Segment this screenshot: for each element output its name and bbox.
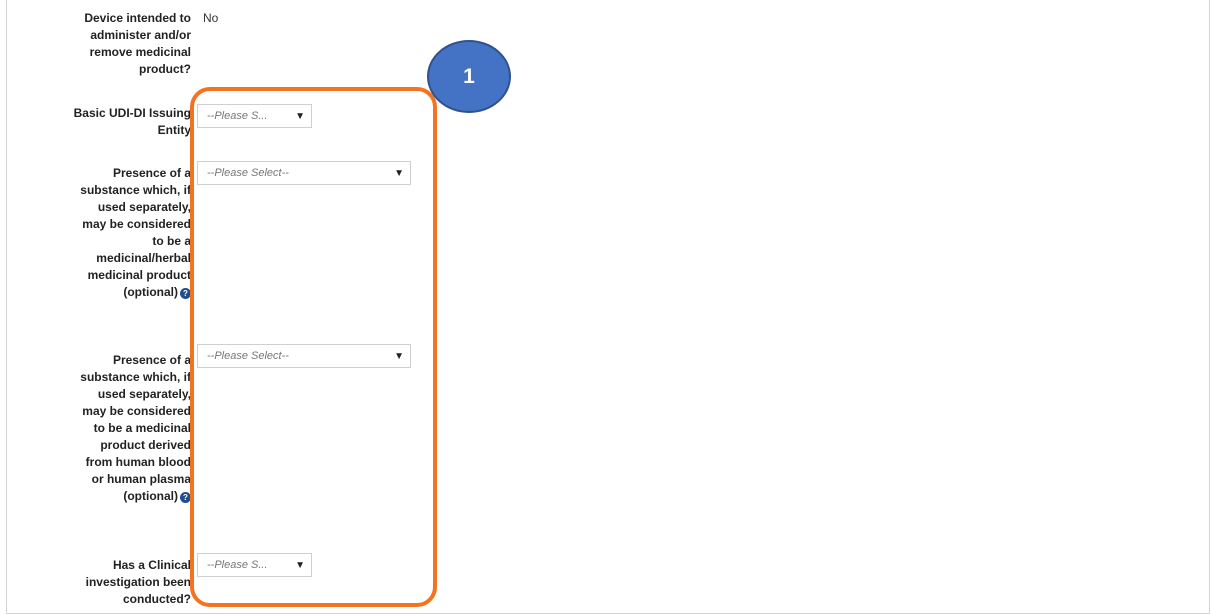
field-label: Presence of a substance which, if used s… bbox=[80, 353, 191, 503]
clinical-investigation-select[interactable]: --Please S... ▼ bbox=[197, 553, 312, 577]
caret-down-icon: ▼ bbox=[295, 560, 305, 571]
field-label: Device intended to administer and/or rem… bbox=[84, 11, 191, 76]
select-value: --Please S... bbox=[207, 559, 268, 571]
field-label: Has a Clinical investigation been conduc… bbox=[85, 558, 191, 606]
caret-down-icon: ▼ bbox=[394, 168, 404, 179]
question-circle-icon[interactable]: ? bbox=[180, 492, 191, 503]
caret-down-icon: ▼ bbox=[394, 351, 404, 362]
select-value: --Please S... bbox=[207, 110, 268, 122]
select-value: --Please Select-- bbox=[207, 350, 289, 362]
annotation-number-badge: 1 bbox=[427, 40, 511, 113]
field-value: No bbox=[203, 11, 219, 25]
caret-down-icon: ▼ bbox=[295, 111, 305, 122]
form-panel: Device intended to administer and/or rem… bbox=[6, 0, 1210, 614]
medicinal-herbal-substance-select[interactable]: --Please Select-- ▼ bbox=[197, 161, 411, 185]
question-circle-icon[interactable]: ? bbox=[180, 288, 191, 299]
field-label: Presence of a substance which, if used s… bbox=[80, 166, 191, 299]
field-label: Basic UDI-DI Issuing Entity bbox=[73, 106, 191, 137]
issuing-entity-select[interactable]: --Please S... ▼ bbox=[197, 104, 312, 128]
human-blood-plasma-substance-select[interactable]: --Please Select-- ▼ bbox=[197, 344, 411, 368]
select-value: --Please Select-- bbox=[207, 167, 289, 179]
